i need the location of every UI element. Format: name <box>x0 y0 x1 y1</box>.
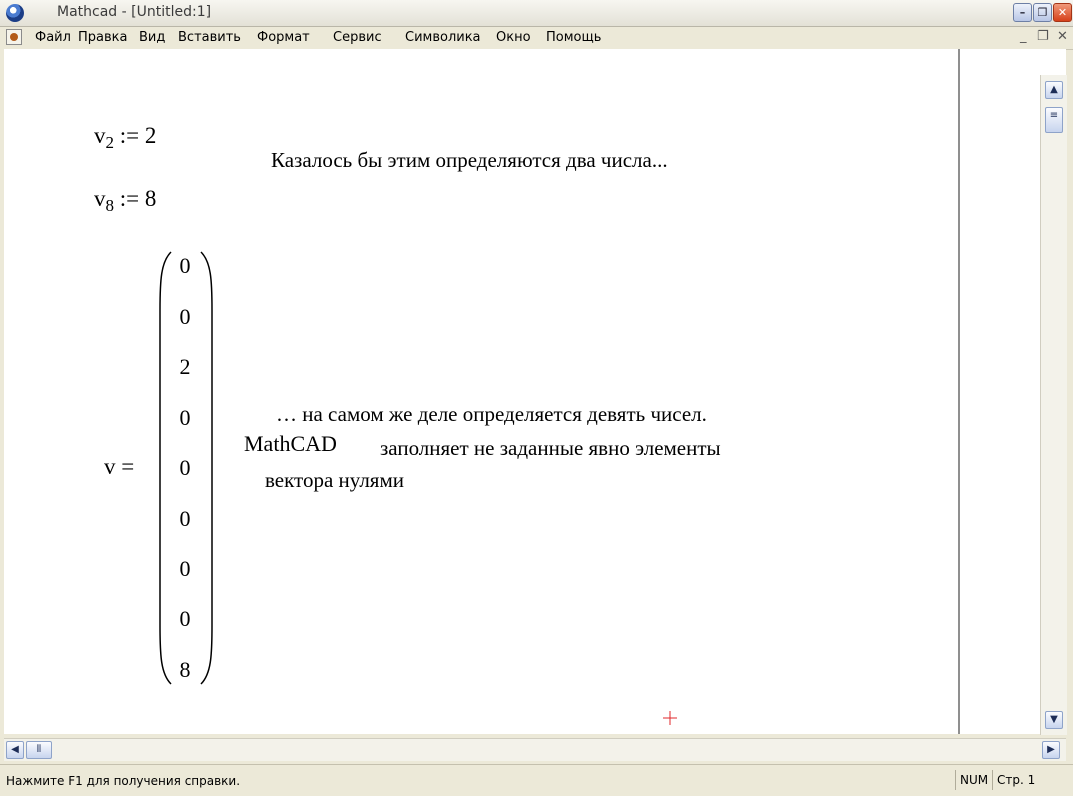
def2-index: 8 <box>105 196 115 215</box>
text-region-2-line3[interactable]: вектора нулями <box>265 468 404 493</box>
text-region-2-prefix[interactable]: MathCAD <box>244 431 337 457</box>
minimize-button[interactable]: – <box>1013 3 1032 22</box>
scroll-down-button[interactable]: ▼ <box>1045 711 1063 729</box>
scroll-right-button[interactable]: ▶ <box>1042 741 1060 759</box>
text-region-1[interactable]: Казалось бы этим определяются два числа.… <box>271 148 668 173</box>
mathcad-app-icon[interactable] <box>6 4 24 22</box>
def2-operator: := <box>119 186 140 211</box>
worksheet-right-area <box>960 49 1040 734</box>
status-bar: Нажмите F1 для получения справки. NUM Ст… <box>0 764 1073 796</box>
vector-element: 0 <box>179 304 191 329</box>
window-title: Mathcad - [Untitled:1] <box>57 4 212 20</box>
vector-element: 2 <box>179 354 191 379</box>
evaluation-v[interactable]: v = <box>104 454 134 480</box>
eval-operator: = <box>121 454 135 479</box>
menu-help[interactable]: Помощь <box>546 30 601 45</box>
text-region-2-line2[interactable]: заполняет не заданные явно элементы <box>380 436 721 461</box>
horizontal-scroll-thumb[interactable]: ⦀ <box>26 741 52 759</box>
vertical-scrollbar[interactable]: ▲ ≡ ▼ <box>1040 75 1067 735</box>
vector-element: 0 <box>179 506 191 531</box>
worksheet-top <box>4 49 1066 75</box>
scroll-up-button[interactable]: ▲ <box>1045 81 1063 99</box>
eval-name: v <box>104 454 116 479</box>
title-bar: Mathcad - [Untitled:1] – ❐ ✕ <box>0 0 1073 27</box>
crosshair-cursor-icon <box>663 711 677 725</box>
document-icon[interactable] <box>6 29 22 45</box>
def1-index: 2 <box>105 133 115 152</box>
menu-symbolics[interactable]: Символика <box>405 30 481 45</box>
def1-operator: := <box>119 123 140 148</box>
vector-element: 8 <box>179 657 191 682</box>
menu-edit[interactable]: Правка <box>78 30 127 45</box>
scroll-left-button[interactable]: ◀ <box>6 741 24 759</box>
status-help-text: Нажмите F1 для получения справки. <box>6 774 241 788</box>
horizontal-scrollbar[interactable]: ◀ ⦀ ▶ <box>4 738 1066 761</box>
vector-element: 0 <box>179 455 191 480</box>
doc-restore-button[interactable]: ❐ <box>1037 29 1049 44</box>
menu-insert[interactable]: Вставить <box>178 30 241 45</box>
definition-v8[interactable]: v8 := 8 <box>94 186 156 216</box>
vector-right-paren <box>200 251 213 685</box>
vertical-scroll-thumb[interactable]: ≡ <box>1045 107 1063 133</box>
status-num: NUM <box>955 770 988 790</box>
menu-bar: Файл Правка Вид Вставить Формат Сервис С… <box>0 27 1073 50</box>
menu-tools[interactable]: Сервис <box>333 30 382 45</box>
def2-name: v <box>94 186 106 211</box>
doc-close-button[interactable]: ✕ <box>1057 29 1068 44</box>
vector-element: 0 <box>179 405 191 430</box>
menu-format[interactable]: Формат <box>257 30 310 45</box>
status-page: Стр. 1 <box>992 770 1035 790</box>
def1-value: 2 <box>144 123 157 148</box>
def2-value: 8 <box>144 186 157 211</box>
vector-element: 0 <box>179 556 191 581</box>
doc-minimize-button[interactable]: _ <box>1020 29 1027 44</box>
definition-v2[interactable]: v2 := 2 <box>94 123 156 153</box>
menu-view[interactable]: Вид <box>139 30 165 45</box>
vector-element: 0 <box>179 606 191 631</box>
def1-name: v <box>94 123 106 148</box>
close-button[interactable]: ✕ <box>1053 3 1072 22</box>
text-region-2-line1[interactable]: … на самом же деле определяется девять ч… <box>276 402 707 427</box>
menu-file[interactable]: Файл <box>35 30 71 45</box>
menu-window[interactable]: Окно <box>496 30 531 45</box>
restore-button[interactable]: ❐ <box>1033 3 1052 22</box>
vector-element: 0 <box>179 253 191 278</box>
